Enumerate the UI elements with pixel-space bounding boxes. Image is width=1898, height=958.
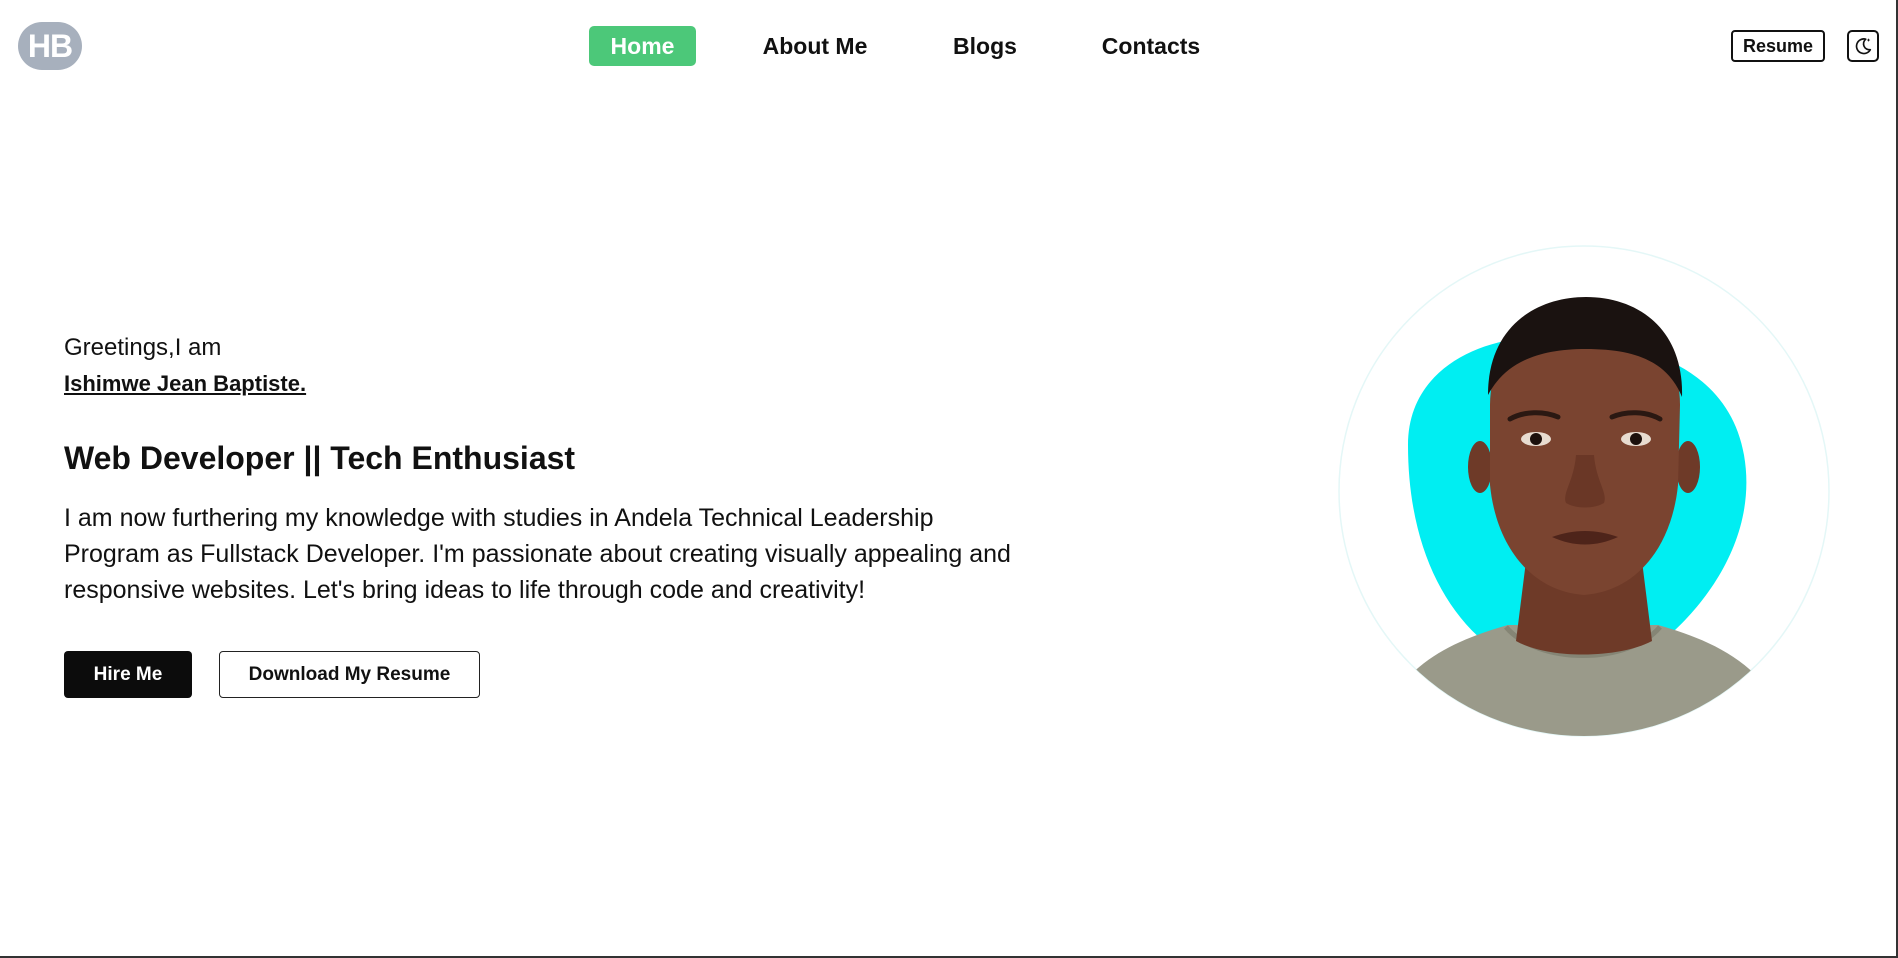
theme-toggle-button[interactable] [1847,30,1879,62]
intro-line: Program as Fullstack Developer. I'm pass… [64,540,1011,568]
profile-photo [1338,245,1830,737]
main-nav: Home About Me Blogs Contacts [0,26,1896,66]
intro-line: responsive websites. Let's bring ideas t… [64,576,866,604]
greeting-text: Greetings,I am [64,334,222,361]
hire-me-button[interactable]: Hire Me [64,651,192,698]
profile-photo-illustration [1338,245,1830,737]
role-heading: Web Developer || Tech Enthusiast [64,440,576,476]
intro-line: I am now furthering my knowledge with st… [64,504,934,532]
nav-blogs[interactable]: Blogs [950,26,1020,66]
resume-button[interactable]: Resume [1731,30,1825,62]
nav-home[interactable]: Home [589,26,696,66]
page: HB Home About Me Blogs Contacts Resume G… [0,0,1898,958]
nav-about-me[interactable]: About Me [752,26,878,66]
intro-paragraph: I am now furthering my knowledge with st… [64,500,1104,608]
nav-contacts[interactable]: Contacts [1097,26,1205,66]
moon-icon [1855,38,1872,55]
download-resume-button[interactable]: Download My Resume [219,651,480,698]
author-name-link[interactable]: Ishimwe Jean Baptiste. [64,371,306,397]
